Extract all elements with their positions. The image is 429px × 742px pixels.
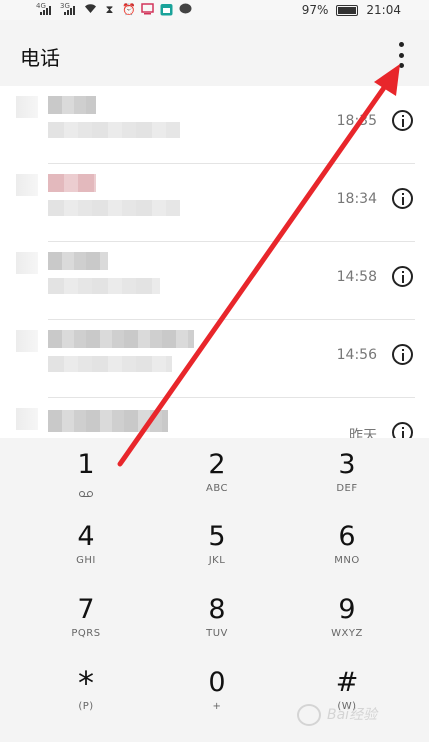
dial-key-4[interactable]: 4 GHI [21, 510, 151, 582]
status-bar: 4G 3G ⧗ ⏰ 97% 21:04 [0, 0, 429, 20]
dial-key-star[interactable]: * (P) [21, 656, 151, 728]
signal-2-icon: 3G [60, 2, 78, 16]
calendar-icon [160, 3, 173, 16]
dial-key-digit: 5 [208, 521, 226, 552]
call-time: 18:34 [336, 191, 377, 207]
status-icons-right: 97% 21:04 [302, 3, 401, 17]
dial-key-digit: 0 [208, 667, 226, 698]
chat-bubble-icon [179, 3, 192, 16]
call-log-item[interactable]: 14:58 [0, 242, 429, 320]
watermark-text: Bai经验 [327, 707, 378, 723]
hourglass-icon: ⧗ [105, 2, 114, 16]
info-icon[interactable] [392, 266, 413, 287]
dial-key-digit: * [78, 664, 94, 702]
dial-key-letters: ABC [205, 483, 228, 494]
call-time: 18:35 [336, 113, 377, 129]
call-log-list[interactable]: 18:35 18:34 14:58 14:56 昨天 [0, 86, 429, 438]
info-icon[interactable] [392, 188, 413, 209]
call-log-item[interactable]: 18:34 [0, 164, 429, 242]
signal-1-icon: 4G [36, 2, 54, 16]
dial-key-digit: # [335, 667, 359, 698]
info-icon[interactable] [392, 422, 413, 438]
call-time: 14:58 [336, 269, 377, 285]
contact-name-redacted [48, 252, 108, 270]
dial-pad: 1 2 ABC 3 DEF 4 GHI 5 JKL 6 MNO 7 PQRS 8… [0, 438, 429, 742]
dial-key-3[interactable]: 3 DEF [282, 438, 412, 510]
avatar [16, 330, 38, 352]
more-vert-icon[interactable] [393, 42, 409, 68]
dial-key-0[interactable]: 0 + [152, 656, 282, 728]
dial-key-digit: 7 [77, 594, 95, 625]
info-icon[interactable] [392, 110, 413, 131]
app-header: 电话 [0, 20, 429, 86]
alarm-icon: ⏰ [122, 2, 136, 16]
dial-key-digit: 4 [77, 521, 95, 552]
info-icon[interactable] [392, 344, 413, 365]
dial-key-digit: 3 [338, 449, 356, 480]
dial-key-letters: (P) [78, 701, 94, 712]
dial-key-digit: 2 [208, 449, 226, 480]
avatar [16, 252, 38, 274]
avatar [16, 96, 38, 118]
dial-key-6[interactable]: 6 MNO [282, 510, 412, 582]
avatar [16, 174, 38, 196]
dial-key-2[interactable]: 2 ABC [152, 438, 282, 510]
clock: 21:04 [366, 3, 401, 17]
battery-percent: 97% [301, 3, 329, 17]
dial-key-letters: + [212, 701, 222, 712]
contact-name-redacted [48, 410, 168, 432]
dial-key-8[interactable]: 8 TUV [152, 583, 282, 655]
dial-key-letters: MNO [334, 555, 360, 566]
dial-key-1[interactable]: 1 [21, 438, 151, 510]
call-log-item[interactable]: 14:56 [0, 320, 429, 398]
page-title: 电话 [20, 46, 60, 70]
call-time: 昨天 [349, 428, 377, 438]
contact-name-redacted [48, 96, 96, 114]
call-detail-redacted [48, 278, 160, 294]
dial-key-letters: GHI [76, 555, 96, 566]
call-detail-redacted [48, 200, 180, 216]
dial-key-9[interactable]: 9 WXYZ [282, 583, 412, 655]
dial-key-digit: 8 [208, 594, 226, 625]
contact-name-redacted [48, 174, 96, 192]
paw-logo-icon [297, 704, 321, 726]
dial-key-7[interactable]: 7 PQRS [21, 583, 151, 655]
watermark: Bai经验 [297, 698, 407, 728]
dial-key-letters: PQRS [71, 628, 101, 639]
dial-key-digit: 6 [338, 521, 356, 552]
dial-key-digit: 1 [77, 449, 95, 480]
call-log-item[interactable]: 昨天 [0, 398, 429, 438]
dial-key-5[interactable]: 5 JKL [152, 510, 282, 582]
status-icons-left: 4G 3G ⧗ ⏰ [36, 2, 192, 16]
battery-icon [336, 4, 359, 16]
dial-key-letters: TUV [206, 628, 228, 639]
voicemail-icon [79, 491, 93, 497]
cast-icon [141, 2, 154, 16]
dial-key-letters: DEF [336, 483, 358, 494]
avatar [16, 408, 38, 430]
contact-name-redacted [48, 330, 194, 348]
call-time: 14:56 [336, 347, 377, 363]
call-detail-redacted [48, 122, 180, 138]
dial-key-letters: WXYZ [331, 628, 363, 639]
call-detail-redacted [48, 356, 172, 372]
wifi-icon [84, 3, 97, 16]
dial-key-letters: JKL [208, 555, 226, 566]
call-log-item[interactable]: 18:35 [0, 86, 429, 164]
dial-key-digit: 9 [338, 594, 356, 625]
